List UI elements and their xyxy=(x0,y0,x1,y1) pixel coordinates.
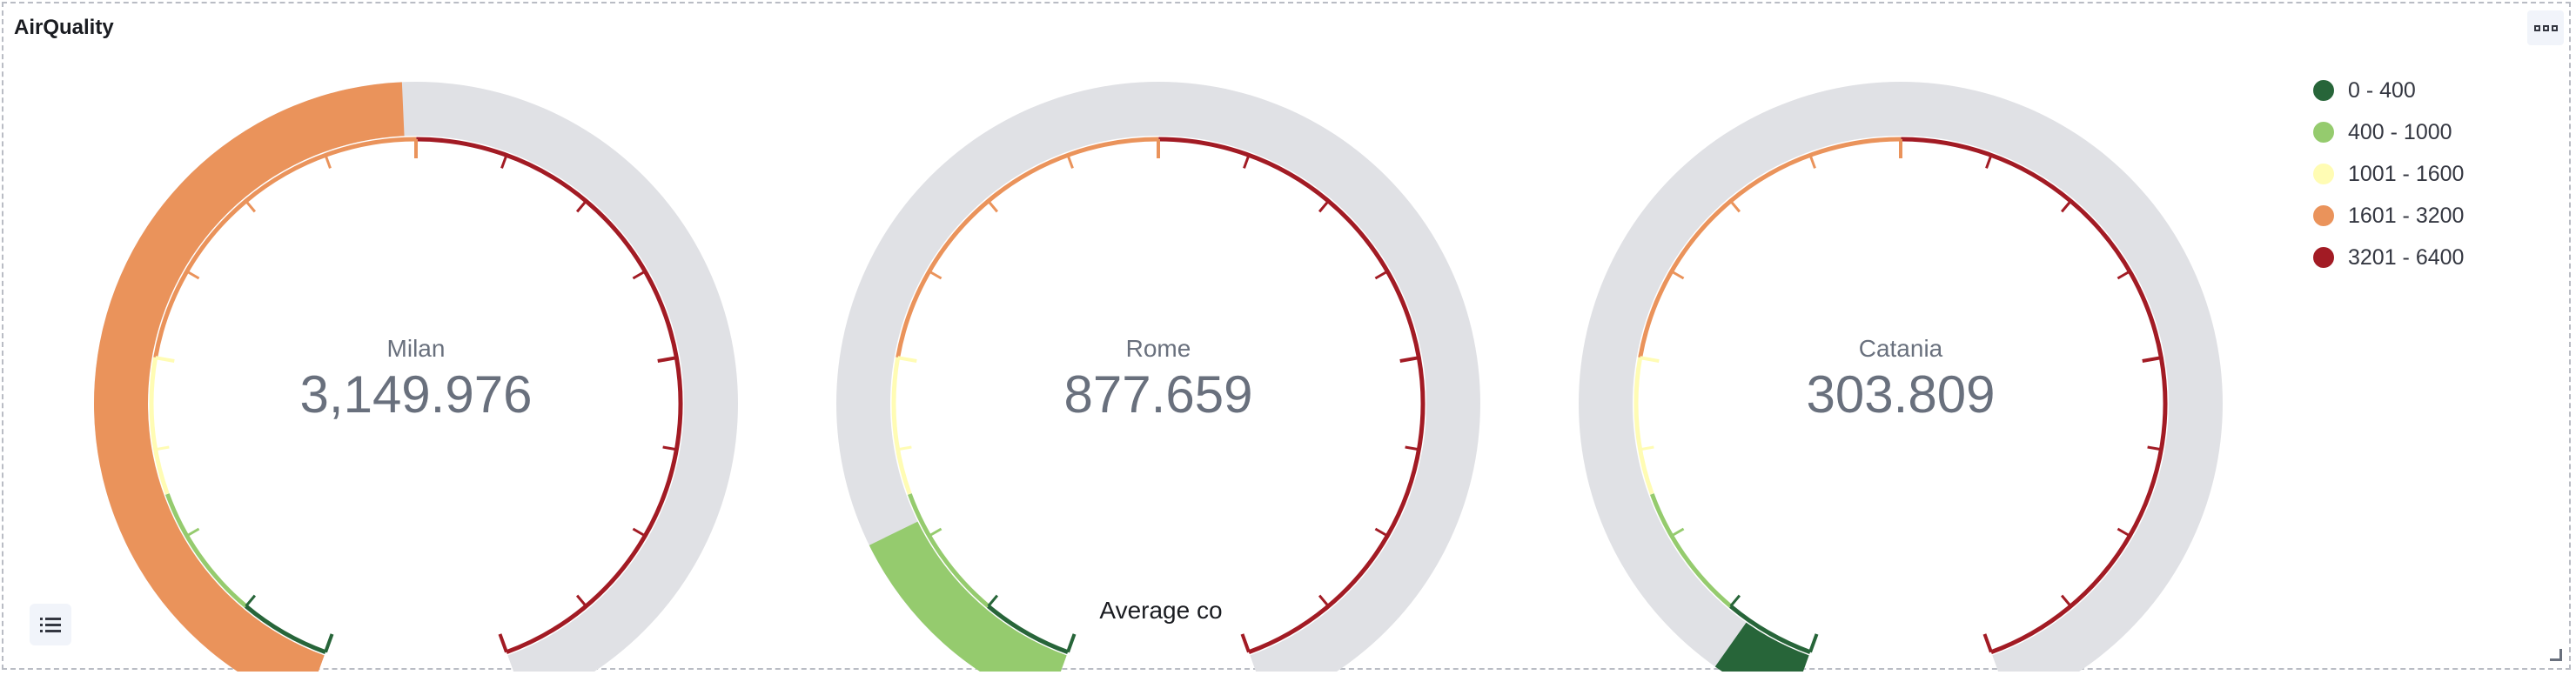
gauge-label: Milan xyxy=(387,335,446,362)
gauge-tick xyxy=(632,270,647,280)
legend-swatch xyxy=(2313,80,2334,101)
gauge-label: Rome xyxy=(1126,335,1191,362)
gauge-tick xyxy=(1982,633,1993,653)
resize-icon[interactable] xyxy=(2550,649,2562,661)
gauge-tick xyxy=(245,594,257,607)
gauge-tick xyxy=(1729,200,1741,213)
gauge-tick xyxy=(987,594,999,607)
gauge-tick xyxy=(897,445,912,451)
gauge-label: Catania xyxy=(1859,335,1943,362)
legend-swatch xyxy=(2313,247,2334,268)
legend-label: 3201 - 6400 xyxy=(2348,244,2465,270)
gauge-tick xyxy=(1399,356,1419,364)
gauge-tick xyxy=(897,356,917,364)
gauge-tick xyxy=(1066,154,1074,169)
gauge-tick xyxy=(1405,445,1419,451)
gauge-tick xyxy=(324,633,334,653)
gauge-tick xyxy=(1374,270,1389,280)
legend-item[interactable]: 0 - 400 xyxy=(2313,70,2464,111)
legend-label: 1601 - 3200 xyxy=(2348,203,2465,228)
gauge-tick xyxy=(1729,594,1741,607)
gauge-tick xyxy=(575,200,587,213)
gauge-tick xyxy=(1240,633,1251,653)
legend-label: 400 - 1000 xyxy=(2348,119,2452,144)
gauge-tick xyxy=(1243,154,1251,169)
gauge-tick xyxy=(1670,270,1685,280)
list-icon xyxy=(40,618,61,632)
gauge-tick xyxy=(928,527,943,538)
gauge-value: 303.809 xyxy=(1807,365,1996,424)
gauge-tick xyxy=(662,445,677,451)
gauge-value: 877.659 xyxy=(1064,365,1253,424)
gauge-tick xyxy=(155,445,170,451)
legend-item[interactable]: 400 - 1000 xyxy=(2313,111,2464,153)
gauge-tick xyxy=(1808,633,1819,653)
legend-item[interactable]: 1601 - 3200 xyxy=(2313,195,2464,237)
legend-swatch xyxy=(2313,164,2334,184)
gauge-tick xyxy=(2116,527,2131,538)
gauge-tick xyxy=(324,154,332,169)
gauge-tick xyxy=(1670,527,1685,538)
gauge-tick xyxy=(1374,527,1389,538)
gauge-tick xyxy=(575,594,587,607)
legend-swatch xyxy=(2313,122,2334,143)
legend-swatch xyxy=(2313,205,2334,226)
gauge-tick xyxy=(1318,594,1330,607)
chart-legend: 0 - 400 400 - 1000 1001 - 1600 1601 - 3200 3… xyxy=(2313,70,2464,278)
gauge-tick xyxy=(1808,154,1816,169)
gauge-tick xyxy=(185,270,200,280)
gauge-tick xyxy=(498,633,508,653)
gauge-tick xyxy=(987,200,999,213)
gauge-value: 3,149.976 xyxy=(300,365,533,424)
gauge-tick xyxy=(2147,445,2162,451)
gauge-tick xyxy=(2060,200,2072,213)
gauge-tick xyxy=(1318,200,1330,213)
legend-label: 0 - 400 xyxy=(2348,77,2416,103)
gauge-tick xyxy=(928,270,943,280)
visualization-panel: AirQuality Milan 3,149.976 Rome 877.659 Cata… xyxy=(2,2,2571,672)
gauge-tick xyxy=(1066,633,1077,653)
gauge-chart: Milan 3,149.976 Rome 877.659 Catania 303.809 xyxy=(94,82,2223,672)
legend-toggle-button[interactable] xyxy=(30,604,71,645)
gauge-tick xyxy=(1640,445,1654,451)
gauge-tick xyxy=(2142,356,2162,364)
axis-label: Average co xyxy=(1099,597,1223,624)
gauge-tick xyxy=(155,356,175,364)
gauge-tick xyxy=(185,527,200,538)
gauge-tick xyxy=(632,527,647,538)
gauge-tick xyxy=(657,356,677,364)
legend-label: 1001 - 1600 xyxy=(2348,161,2465,186)
gauge-tick xyxy=(1640,356,1660,364)
gauge-tick xyxy=(1985,154,1993,169)
gauge-tick xyxy=(500,154,508,169)
gauge-tick xyxy=(245,200,257,213)
legend-item[interactable]: 1001 - 1600 xyxy=(2313,153,2464,195)
gauge-tick xyxy=(2116,270,2131,280)
gauge-tick xyxy=(2060,594,2072,607)
legend-item[interactable]: 3201 - 6400 xyxy=(2313,237,2464,278)
